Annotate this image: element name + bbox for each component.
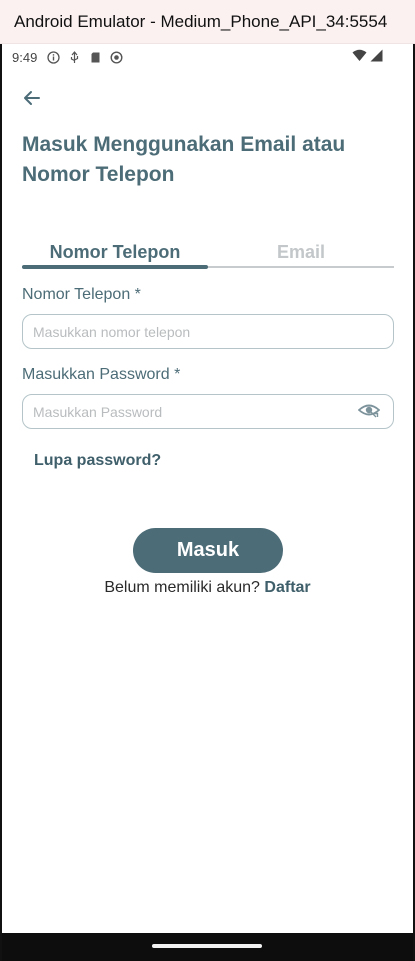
system-navigation-bar [2,933,413,961]
register-row: Belum memiliki akun? Daftar [2,579,413,597]
wifi-icon [352,49,367,65]
register-prompt: Belum memiliki akun? [104,579,260,596]
status-time: 9:49 [12,49,38,65]
status-right [352,49,383,65]
status-bar: 9:49 [2,44,413,70]
login-button[interactable]: Masuk [133,528,283,573]
login-method-tabs: Nomor Telepon Email [22,238,394,270]
window-title-text: Android Emulator - Medium_Phone_API_34:5… [14,11,388,31]
home-gesture-handle[interactable] [152,944,262,948]
phone-screen: 9:49 Masuk Menggunakan Email atau Nomor … [0,44,415,961]
register-link[interactable]: Daftar [264,579,310,596]
signal-icon [370,49,383,65]
password-input[interactable] [22,394,394,429]
page-title: Masuk Menggunakan Email atau Nomor Telep… [22,133,346,186]
eye-toggle-icon[interactable] [357,401,381,419]
info-icon [47,50,60,64]
usb-icon [68,50,81,64]
emulator-window-title: Android Emulator - Medium_Phone_API_34:5… [0,0,415,44]
phone-number-input[interactable] [22,314,394,349]
password-field-label: Masukkan Password * [22,366,181,383]
sync-icon [110,50,123,64]
tab-email[interactable]: Email [208,238,394,266]
active-tab-indicator [22,265,208,269]
back-arrow-icon[interactable] [20,86,44,110]
tab-phone-number[interactable]: Nomor Telepon [22,238,208,266]
phone-field-label: Nomor Telepon * [22,286,141,303]
forgot-password-link[interactable]: Lupa password? [34,452,161,470]
sd-card-icon [89,51,102,64]
